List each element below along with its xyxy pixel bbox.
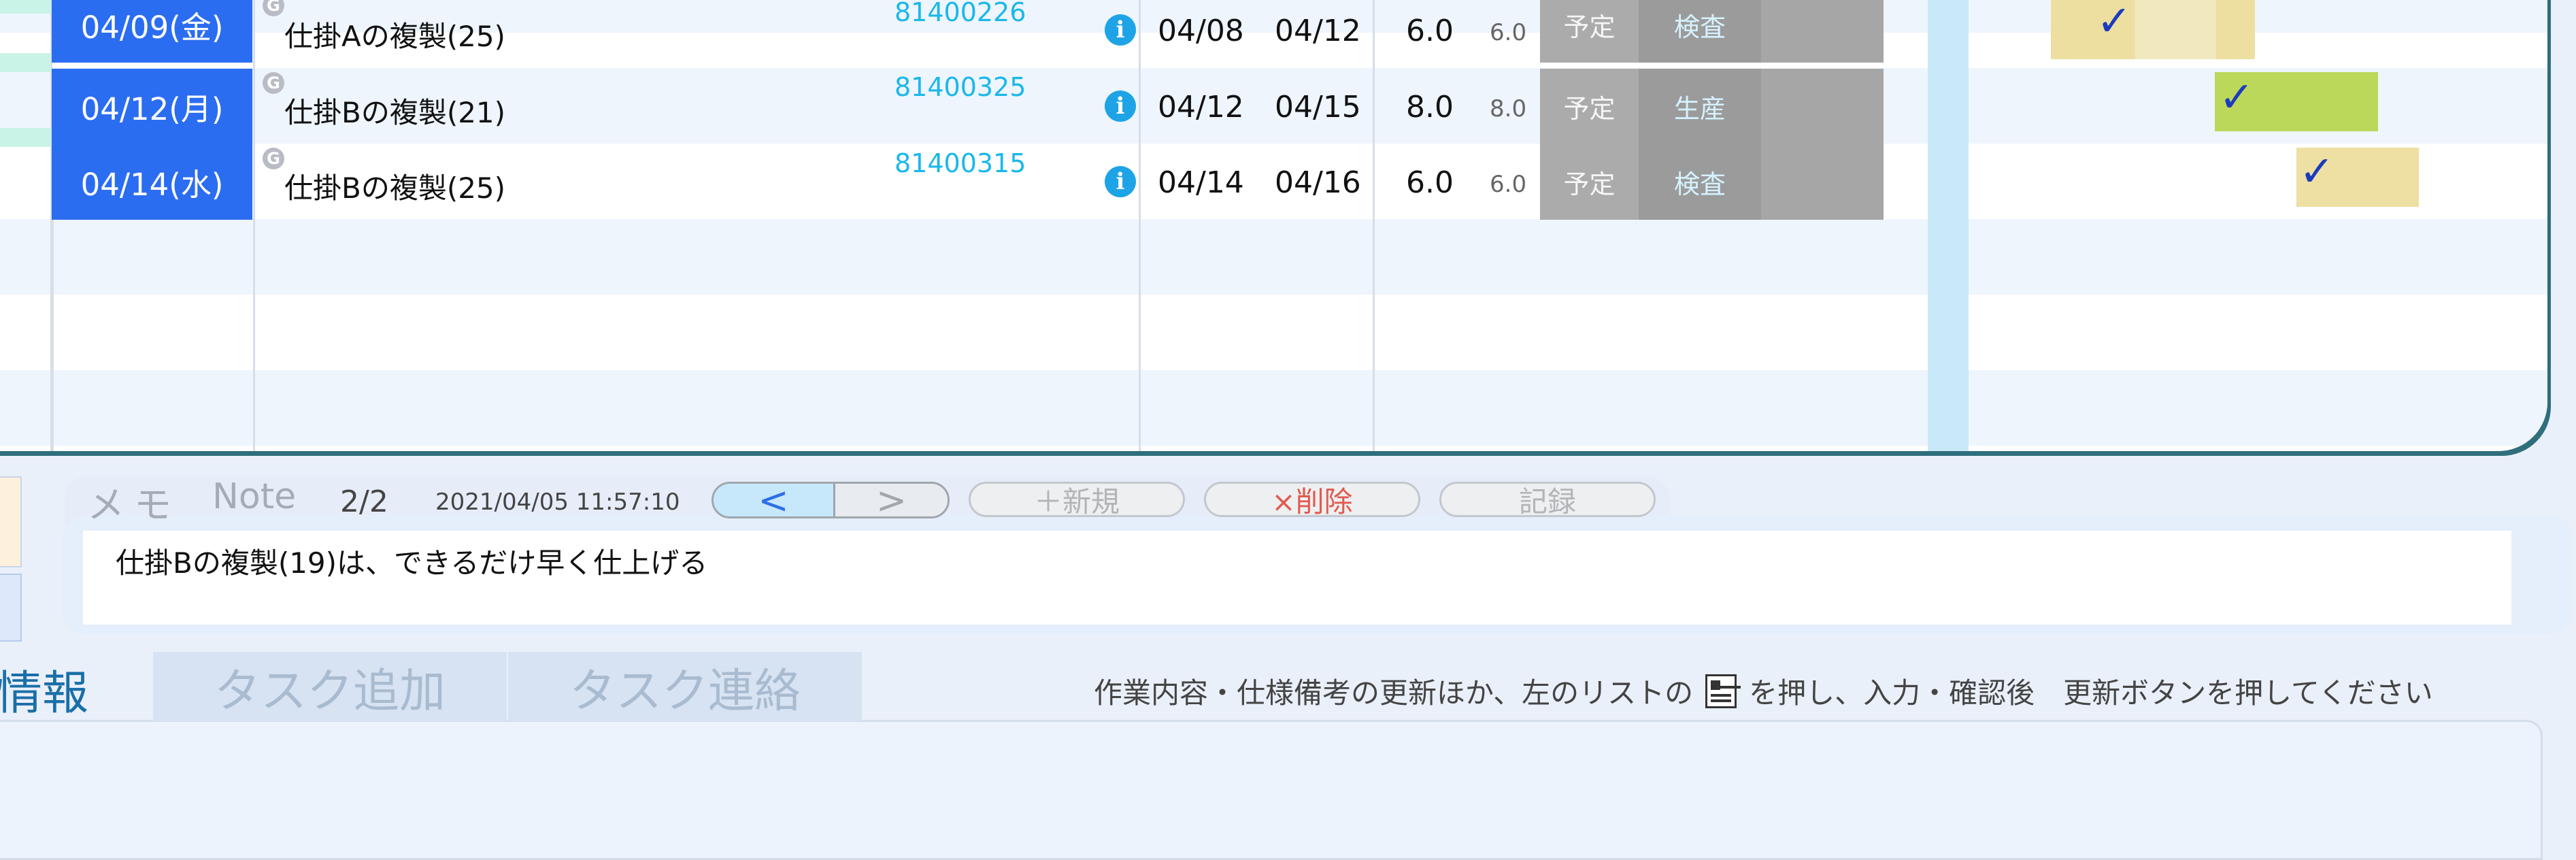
update-hint-text: 作業内容・仕様備考の更新ほか、左のリストの — [1094, 676, 1694, 710]
memo-label-jp: メモ — [87, 483, 182, 527]
gantt-bar[interactable] — [2135, 0, 2216, 59]
check-icon: ✓ — [2299, 146, 2335, 196]
detail-panel — [0, 720, 2543, 860]
process-label: 検査 — [1673, 169, 1726, 199]
memo-delete-button[interactable]: ×削除 — [1204, 482, 1420, 518]
tab-info-label: 情報 — [0, 667, 89, 721]
status-label: 予定 — [1563, 94, 1616, 124]
process-cell[interactable]: 検査 — [1639, 0, 1761, 63]
info-icon[interactable]: i — [1105, 166, 1136, 197]
tab-task-contact[interactable]: タスク連絡 — [508, 652, 862, 721]
hours-actual: 6.0 — [1490, 19, 1527, 46]
tab-task-add[interactable]: タスク追加 — [153, 652, 507, 721]
start-date: 04/14 — [1158, 165, 1244, 200]
update-hint: 作業内容・仕様備考の更新ほか、左のリストの を押し、入力・確認後 更新ボタンを押… — [1094, 670, 2433, 712]
column-divider — [1373, 0, 1375, 451]
process-cell[interactable]: 生産 — [1639, 69, 1761, 144]
memo-new-button[interactable]: ＋新規 — [969, 482, 1185, 518]
empty-gray-cell — [1761, 144, 1884, 220]
tab-info[interactable]: 情報 — [0, 650, 153, 721]
group-badge-icon: G — [263, 72, 284, 94]
info-icon[interactable]: i — [1105, 90, 1136, 122]
row-date[interactable]: 04/09(金) — [52, 0, 252, 63]
end-date: 04/16 — [1275, 165, 1361, 200]
end-date: 04/15 — [1275, 90, 1361, 125]
status-cell[interactable]: 予定 — [1540, 69, 1639, 144]
hours-actual: 8.0 — [1490, 95, 1527, 122]
memo-text: 仕掛Bの複製(19)は、できるだけ早く仕上げる — [116, 546, 708, 580]
left-side-widget[interactable] — [0, 574, 22, 642]
empty-gray-cell — [1761, 0, 1884, 63]
column-divider — [52, 220, 54, 451]
process-label: 検査 — [1673, 12, 1726, 42]
task-code-link[interactable]: 81400325 — [894, 72, 1026, 102]
task-code-link[interactable]: 81400315 — [894, 148, 1026, 178]
row-marker — [0, 53, 51, 72]
start-date: 04/08 — [1158, 14, 1244, 48]
task-name: 仕掛Bの複製(25) — [284, 171, 506, 205]
task-table-panel — [0, 0, 2547, 451]
info-icon[interactable]: i — [1105, 14, 1136, 46]
end-date: 04/12 — [1275, 14, 1361, 48]
task-name: 仕掛Aの複製(25) — [284, 20, 505, 53]
status-label: 予定 — [1563, 12, 1616, 42]
row-date-label: 04/14(水) — [80, 167, 224, 203]
row-date[interactable]: 04/14(水) — [52, 144, 252, 220]
column-divider — [1139, 0, 1141, 451]
column-divider — [253, 0, 255, 451]
update-hint-text: を押し、入力・確認後 更新ボタンを押してください — [1749, 676, 2433, 710]
memo-save-button[interactable]: 記録 — [1439, 482, 1656, 518]
hours-actual: 6.0 — [1490, 171, 1527, 198]
gantt-today-column — [1928, 0, 1969, 451]
hours: 6.0 — [1406, 165, 1454, 200]
document-list-icon — [1705, 674, 1737, 708]
empty-gray-cell — [1761, 69, 1884, 144]
table-row-bg — [0, 219, 2547, 295]
left-side-widget[interactable] — [0, 476, 22, 567]
process-cell[interactable]: 検査 — [1639, 144, 1761, 220]
task-code-link[interactable]: 81400226 — [894, 0, 1026, 27]
row-date[interactable]: 04/12(月) — [52, 69, 252, 144]
status-cell[interactable]: 予定 — [1540, 144, 1639, 220]
row-date-label: 04/09(金) — [80, 10, 224, 46]
row-marker — [0, 0, 51, 14]
process-label: 生産 — [1673, 94, 1726, 124]
memo-label-en: Note — [212, 476, 297, 517]
hours: 6.0 — [1406, 14, 1454, 48]
memo-next-button[interactable]: > — [835, 484, 948, 516]
memo-pager: < > — [712, 482, 950, 518]
memo-page-count: 2/2 — [340, 484, 388, 519]
status-label: 予定 — [1563, 169, 1616, 199]
task-name: 仕掛Bの複製(21) — [284, 96, 506, 129]
table-row-bg — [0, 370, 2547, 446]
hours: 8.0 — [1406, 90, 1454, 125]
group-badge-icon: G — [263, 148, 284, 169]
start-date: 04/12 — [1158, 90, 1244, 125]
check-icon: ✓ — [2096, 0, 2132, 46]
memo-timestamp: 2021/04/05 11:57:10 — [435, 489, 680, 516]
row-marker — [0, 128, 51, 147]
gantt-bar[interactable] — [2216, 0, 2255, 59]
table-row-bg — [0, 295, 2547, 370]
check-icon: ✓ — [2219, 72, 2254, 122]
memo-prev-button[interactable]: < — [714, 484, 835, 516]
row-date-label: 04/12(月) — [80, 91, 224, 127]
status-cell[interactable]: 予定 — [1540, 0, 1639, 63]
